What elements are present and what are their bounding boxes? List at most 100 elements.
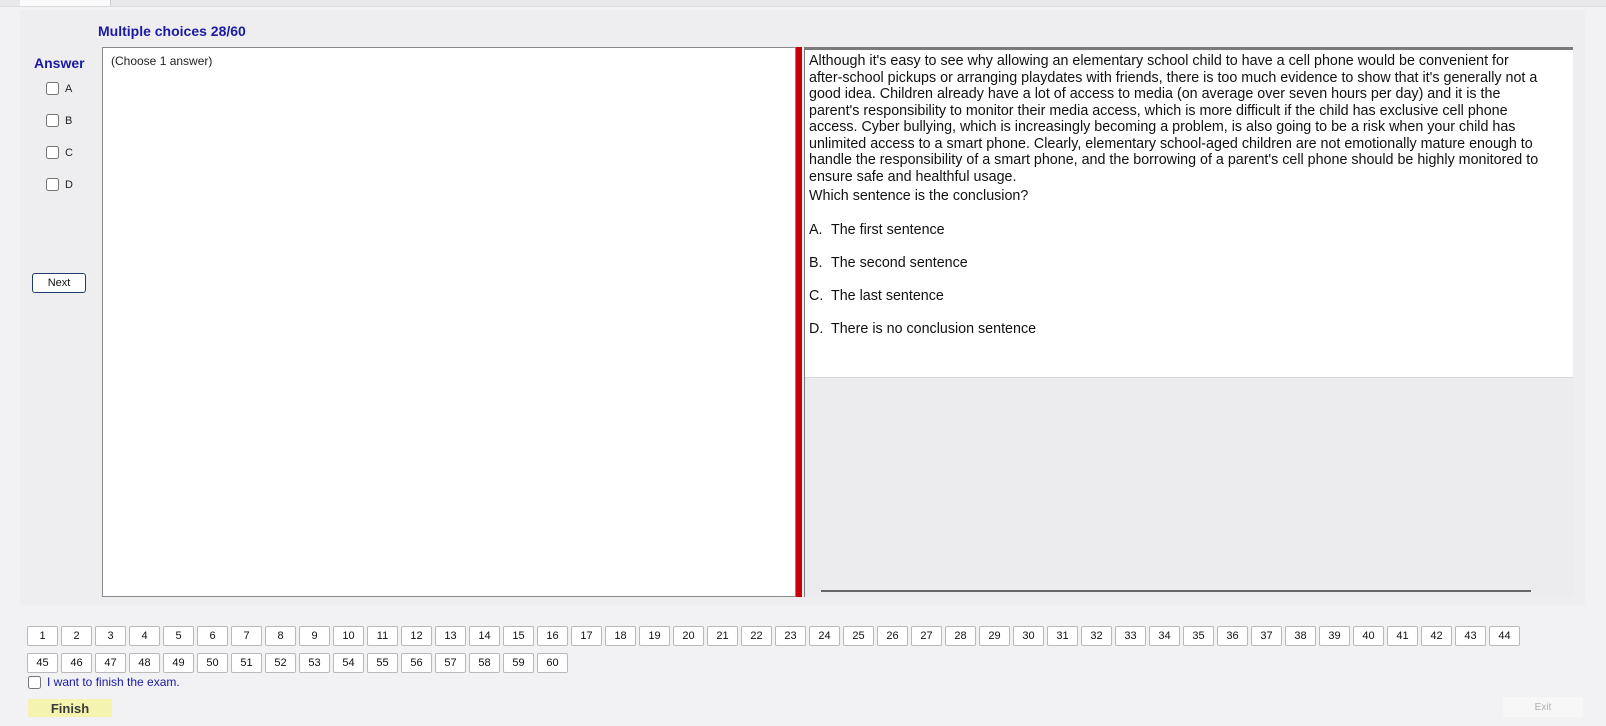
question-nav-button[interactable]: 58 [469, 653, 500, 673]
question-nav-button[interactable]: 15 [503, 626, 534, 646]
horizontal-scrollbar[interactable] [821, 590, 1531, 592]
question-nav-button[interactable]: 10 [333, 626, 364, 646]
answer-option-d[interactable]: D [46, 178, 73, 191]
question-nav-button[interactable]: 33 [1115, 626, 1146, 646]
question-nav-button[interactable]: 41 [1387, 626, 1418, 646]
answer-option-a[interactable]: A [46, 82, 72, 95]
question-nav-button[interactable]: 30 [1013, 626, 1044, 646]
question-nav-button[interactable]: 49 [163, 653, 194, 673]
question-nav-button[interactable]: 27 [911, 626, 942, 646]
answer-checkbox-d[interactable] [46, 178, 59, 191]
question-nav-button[interactable]: 13 [435, 626, 466, 646]
question-nav-button[interactable]: 54 [333, 653, 364, 673]
question-panel: Although it's easy to see why allowing a… [804, 47, 1573, 597]
question-nav-button[interactable]: 14 [469, 626, 500, 646]
question-nav-button[interactable]: 8 [265, 626, 296, 646]
choice-text: The second sentence [831, 255, 968, 271]
question-nav-button[interactable]: 38 [1285, 626, 1316, 646]
finish-confirm-checkbox[interactable] [28, 675, 41, 689]
question-nav-button[interactable]: 9 [299, 626, 330, 646]
question-nav-button[interactable]: 23 [775, 626, 806, 646]
question-nav-button[interactable]: 52 [265, 653, 296, 673]
question-nav-button[interactable]: 28 [945, 626, 976, 646]
question-nav-button[interactable]: 5 [163, 626, 194, 646]
answer-option-b[interactable]: B [46, 114, 72, 127]
next-button[interactable]: Next [32, 273, 86, 293]
answer-option-label: C [65, 146, 73, 159]
question-nav-button[interactable]: 16 [537, 626, 568, 646]
question-nav-button[interactable]: 55 [367, 653, 398, 673]
question-nav-button[interactable]: 29 [979, 626, 1010, 646]
question-nav-button[interactable]: 19 [639, 626, 670, 646]
question-nav-button[interactable]: 37 [1251, 626, 1282, 646]
question-nav-button[interactable]: 44 [1489, 626, 1520, 646]
question-nav-button[interactable]: 22 [741, 626, 772, 646]
question-nav-button[interactable]: 57 [435, 653, 466, 673]
question-nav-button[interactable]: 60 [537, 653, 568, 673]
answer-option-label: B [65, 114, 73, 127]
question-nav-button[interactable]: 47 [95, 653, 126, 673]
answer-option-c[interactable]: C [46, 146, 73, 159]
question-nav-button[interactable]: 4 [129, 626, 160, 646]
question-nav-button[interactable]: 51 [231, 653, 262, 673]
question-nav-button[interactable]: 31 [1047, 626, 1078, 646]
finish-confirm-label: I want to finish the exam. [47, 675, 180, 689]
choice-letter: B. [809, 255, 823, 271]
question-nav-button[interactable]: 45 [27, 653, 58, 673]
question-nav-button[interactable]: 59 [503, 653, 534, 673]
top-tab[interactable] [20, 0, 111, 6]
question-nav-button[interactable]: 53 [299, 653, 330, 673]
question-nav-button[interactable]: 3 [95, 626, 126, 646]
choice-c: C. The last sentence [809, 288, 944, 304]
question-nav-button[interactable]: 21 [707, 626, 738, 646]
question-nav-button[interactable]: 56 [401, 653, 432, 673]
question-nav-button[interactable]: 32 [1081, 626, 1112, 646]
question-nav-button[interactable]: 24 [809, 626, 840, 646]
answer-checkbox-c[interactable] [46, 146, 59, 159]
answer-work-area[interactable]: (Choose 1 answer) [102, 47, 796, 597]
question-text: Which sentence is the conclusion? [809, 188, 1029, 204]
choice-text: The first sentence [831, 222, 945, 238]
choose-hint: (Choose 1 answer) [111, 54, 213, 68]
page-title: Multiple choices 28/60 [98, 23, 246, 39]
question-nav-button[interactable]: 46 [61, 653, 92, 673]
split-divider[interactable] [796, 47, 802, 597]
question-nav-button[interactable]: 17 [571, 626, 602, 646]
answer-checkbox-b[interactable] [46, 114, 59, 127]
question-nav-button[interactable]: 2 [61, 626, 92, 646]
question-nav-button[interactable]: 43 [1455, 626, 1486, 646]
question-nav-button[interactable]: 34 [1149, 626, 1180, 646]
question-nav-button[interactable]: 6 [197, 626, 228, 646]
question-nav-button[interactable]: 39 [1319, 626, 1350, 646]
question-nav-row: 45 46 47 48 49 50 51 52 53 54 55 56 57 58 59 60 [27, 653, 568, 673]
answer-option-label: A [65, 82, 73, 95]
question-nav-button[interactable]: 7 [231, 626, 262, 646]
question-nav-button[interactable]: 40 [1353, 626, 1384, 646]
choice-letter: D. [809, 321, 824, 337]
exit-button[interactable]: Exit [1503, 697, 1583, 717]
question-nav-button[interactable]: 25 [843, 626, 874, 646]
question-nav-button[interactable]: 11 [367, 626, 398, 646]
question-nav-button[interactable]: 18 [605, 626, 636, 646]
question-nav-button[interactable]: 20 [673, 626, 704, 646]
choice-b: B. The second sentence [809, 255, 968, 271]
choice-text: There is no conclusion sentence [831, 321, 1037, 337]
choice-letter: C. [809, 288, 824, 304]
finish-confirm[interactable]: I want to finish the exam. [28, 675, 180, 689]
question-nav-button[interactable]: 48 [129, 653, 160, 673]
answer-checkbox-a[interactable] [46, 82, 59, 95]
question-nav-row: 1 2 3 4 5 6 7 8 9 10 11 12 13 14 15 16 17 18 19 20 21 22 23 24 2… [27, 626, 1520, 646]
top-bar [0, 0, 1606, 7]
question-nav-button[interactable]: 42 [1421, 626, 1452, 646]
question-nav-button[interactable]: 26 [877, 626, 908, 646]
question-nav-button[interactable]: 50 [197, 653, 228, 673]
question-nav-button[interactable]: 36 [1217, 626, 1248, 646]
choice-a: A. The first sentence [809, 222, 945, 238]
question-content: Although it's easy to see why allowing a… [805, 50, 1573, 378]
choice-letter: A. [809, 222, 823, 238]
question-nav-button[interactable]: 1 [27, 626, 58, 646]
question-nav-button[interactable]: 35 [1183, 626, 1214, 646]
question-nav-button[interactable]: 12 [401, 626, 432, 646]
answer-title: Answer [34, 55, 85, 71]
finish-button[interactable]: Finish [28, 699, 112, 717]
